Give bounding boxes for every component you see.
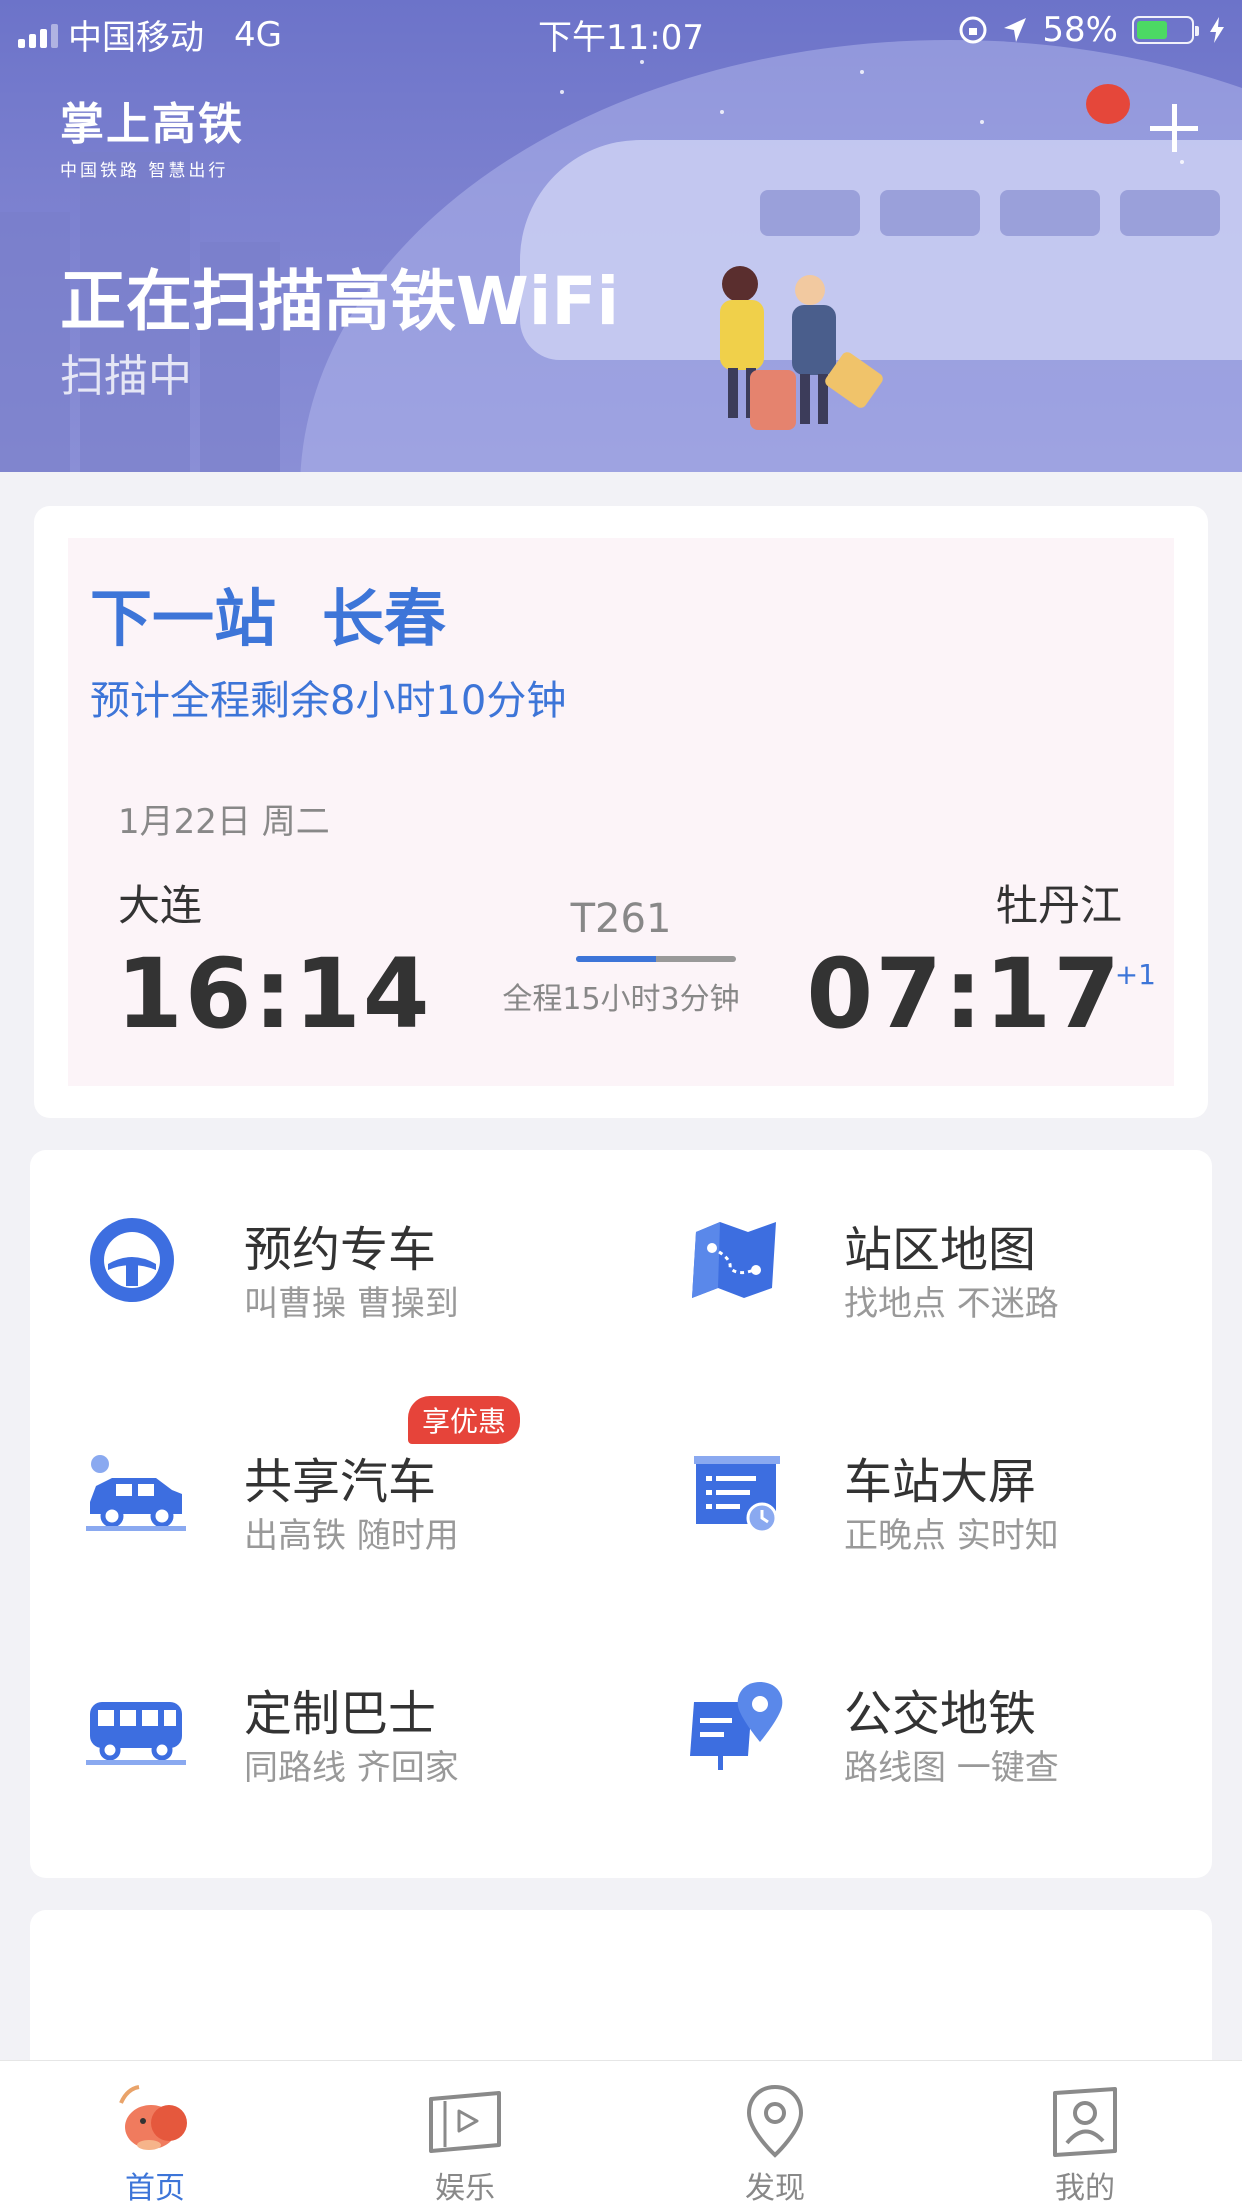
tab-label: 发现: [745, 2171, 805, 2206]
snowflake: [640, 60, 644, 64]
service-desc: 正晚点 实时知: [844, 1516, 1059, 1556]
snowflake: [980, 120, 984, 124]
battery-percent: 58%: [1042, 10, 1118, 50]
app-tagline: 中国铁路 智慧出行: [60, 161, 229, 181]
car-icon: [86, 1455, 186, 1531]
train-window: [880, 190, 980, 236]
tab-label: 我的: [1055, 2171, 1115, 2206]
service-shared-car[interactable]: 共享汽车 出高铁 随时用 享优惠: [30, 1396, 590, 1562]
service-title: 预约专车: [244, 1222, 437, 1278]
trip-date: 1月22日 周二: [118, 802, 330, 842]
trip-duration: 全程15小时3分钟: [502, 982, 740, 1017]
status-bar: 中国移动 4G 下午11:07 58%: [0, 0, 1242, 60]
snowflake: [560, 90, 564, 94]
transit-map-pin-icon: [690, 1682, 783, 1770]
service-station-map[interactable]: 站区地图 找地点 不迷路: [630, 1190, 1190, 1330]
header-banner: 中国移动 4G 下午11:07 58% 掌上高铁 中国铁路 智慧出行 正在扫描高…: [0, 0, 1242, 472]
next-station-label: 下一站: [90, 582, 277, 655]
service-desc: 路线图 一键查: [844, 1748, 1059, 1788]
snowflake: [720, 110, 724, 114]
service-title: 定制巴士: [244, 1686, 437, 1742]
orientation-lock-icon: [959, 16, 987, 44]
service-title: 站区地图: [844, 1222, 1037, 1278]
location-pin-icon: [746, 2084, 804, 2158]
tab-entertainment[interactable]: 娱乐: [310, 2061, 620, 2208]
services-grid: 预约专车 叫曹操 曹操到 站区地图 找地点 不迷路 共享汽车 出高铁 随时用 享…: [30, 1150, 1212, 1878]
service-reserve-car[interactable]: 预约专车 叫曹操 曹操到: [30, 1190, 590, 1330]
service-desc: 找地点 不迷路: [844, 1284, 1059, 1324]
train-window: [1120, 190, 1220, 236]
service-title: 共享汽车: [244, 1454, 437, 1510]
station-screen-icon: [694, 1456, 780, 1534]
service-desc: 出高铁 随时用: [244, 1516, 459, 1556]
tab-discover[interactable]: 发现: [620, 2061, 930, 2208]
bus-icon: [86, 1702, 186, 1765]
home-mascot-icon: [119, 2085, 187, 2150]
app-name: 掌上高铁: [60, 99, 244, 150]
add-button[interactable]: [1146, 100, 1202, 156]
video-play-icon: [429, 2091, 501, 2153]
lantern-icon: [1086, 84, 1130, 124]
service-desc: 同路线 齐回家: [244, 1748, 459, 1788]
next-station: 下一站 长春: [90, 568, 446, 658]
snowflake: [860, 70, 864, 74]
snowflake: [1180, 160, 1184, 164]
train-number: T261: [570, 896, 672, 942]
tab-label: 首页: [125, 2171, 185, 2206]
service-title: 公交地铁: [844, 1686, 1037, 1742]
wifi-scan-title: 正在扫描高铁WiFi: [60, 263, 620, 340]
profile-card-icon: [1053, 2087, 1117, 2157]
next-station-name: 长春: [322, 582, 447, 655]
tab-bar: 首页 娱乐 发现 我的: [0, 2060, 1242, 2208]
wifi-scan-status: 扫描中: [60, 351, 192, 402]
trip-card[interactable]: 下一站 长春 预计全程剩余8小时10分钟 1月22日 周二 大连 牡丹江 16:1…: [34, 506, 1208, 1118]
folded-map-icon: [692, 1222, 776, 1298]
remaining-time: 预计全程剩余8小时10分钟: [90, 678, 567, 724]
service-transit[interactable]: 公交地铁 路线图 一键查: [630, 1654, 1190, 1794]
steering-wheel-icon: [90, 1218, 174, 1302]
tab-profile[interactable]: 我的: [930, 2061, 1240, 2208]
service-custom-bus[interactable]: 定制巴士 同路线 齐回家: [30, 1654, 590, 1794]
trip-progress-bar: [576, 956, 736, 962]
travelers-illustration: [720, 266, 883, 430]
discount-badge: 享优惠: [408, 1396, 521, 1444]
location-arrow-icon: [1004, 18, 1027, 42]
service-desc: 叫曹操 曹操到: [244, 1284, 459, 1324]
app-logo: 掌上高铁 中国铁路 智慧出行: [60, 88, 244, 181]
train-window: [1000, 190, 1100, 236]
tab-label: 娱乐: [435, 2171, 495, 2206]
train-window: [760, 190, 860, 236]
tab-home[interactable]: 首页: [0, 2061, 310, 2208]
trip-info-panel: 下一站 长春 预计全程剩余8小时10分钟 1月22日 周二 大连 牡丹江 16:1…: [68, 538, 1174, 1086]
battery-icon: [1132, 16, 1199, 44]
service-title: 车站大屏: [844, 1454, 1037, 1510]
service-station-screen[interactable]: 车站大屏 正晚点 实时知: [630, 1422, 1190, 1562]
charging-bolt-icon: [1210, 17, 1224, 43]
